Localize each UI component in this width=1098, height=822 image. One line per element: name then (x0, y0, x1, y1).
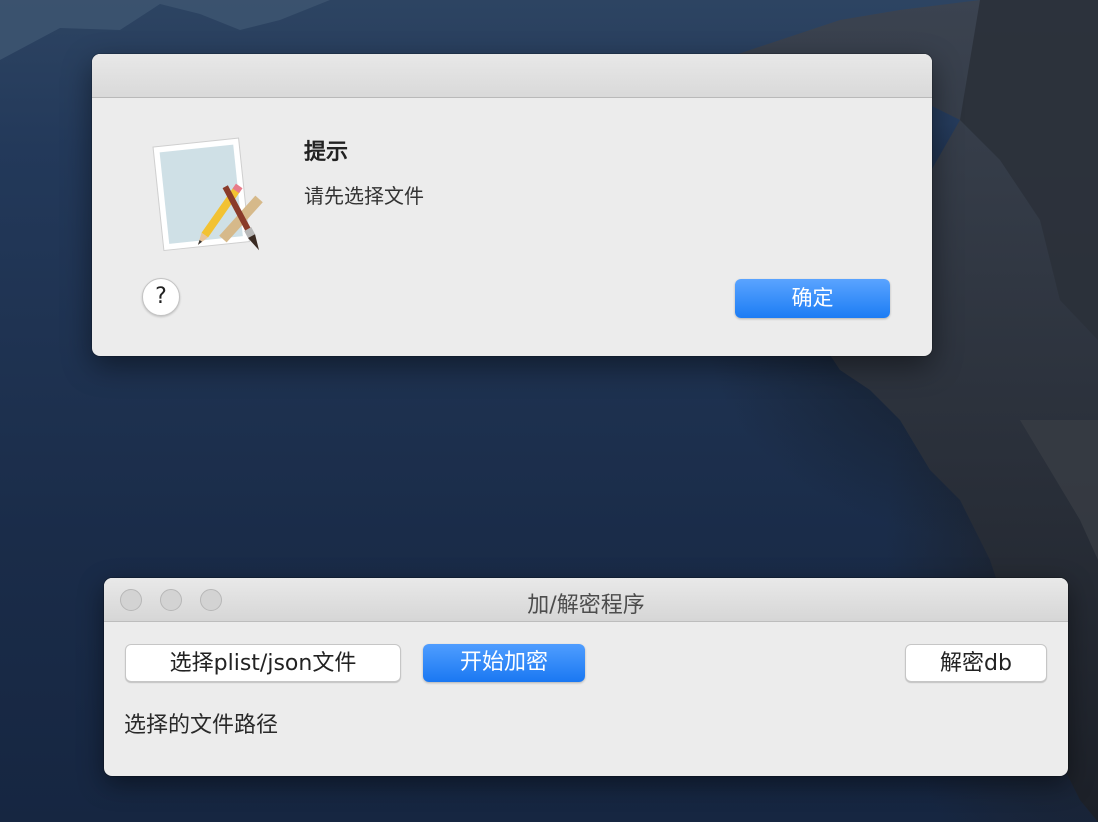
window-titlebar: 加/解密程序 (104, 578, 1068, 622)
help-button[interactable]: ? (142, 278, 180, 316)
alert-message: 请先选择文件 (304, 184, 424, 208)
decrypt-db-button[interactable]: 解密db (905, 644, 1047, 682)
main-window: 加/解密程序 选择plist/json文件 开始加密 解密db 选择的文件路径 (104, 578, 1068, 776)
start-encrypt-button[interactable]: 开始加密 (423, 644, 585, 682)
desktop-wallpaper: 提示 请先选择文件 ? 确定 加/解密程序 选择plist/json文件 开始加… (0, 0, 1098, 822)
ok-button[interactable]: 确定 (735, 279, 890, 318)
xcode-app-icon (152, 137, 263, 252)
alert-title: 提示 (304, 140, 349, 165)
select-file-button[interactable]: 选择plist/json文件 (125, 644, 401, 682)
alert-titlebar (92, 54, 932, 98)
selected-file-path-label: 选择的文件路径 (124, 713, 279, 738)
window-title: 加/解密程序 (527, 593, 645, 618)
alert-dialog: 提示 请先选择文件 ? 确定 (92, 54, 932, 356)
